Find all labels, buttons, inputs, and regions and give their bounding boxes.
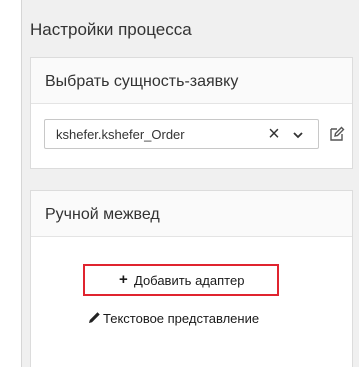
add-adapter-button[interactable]: + Добавить адаптер	[83, 264, 279, 296]
manual-card-header: Ручной межвед	[31, 191, 352, 237]
add-adapter-label: Добавить адаптер	[134, 273, 245, 288]
close-icon[interactable]: ×	[265, 123, 283, 145]
panel-title: Настройки процесса	[30, 20, 192, 39]
entity-card-header: Выбрать сущность-заявку	[31, 58, 352, 104]
entity-select-value: kshefer.kshefer_Order	[56, 127, 185, 142]
plus-icon: +	[119, 271, 128, 288]
chevron-down-icon[interactable]	[290, 127, 306, 143]
entity-select-card: Выбрать сущность-заявку kshefer.kshefer_…	[30, 57, 353, 169]
entity-select-row: kshefer.kshefer_Order ×	[44, 119, 345, 149]
pencil-icon	[89, 312, 100, 323]
edit-icon[interactable]	[329, 126, 345, 142]
entity-select[interactable]: kshefer.kshefer_Order ×	[44, 119, 319, 149]
text-view-label: Текстовое представление	[103, 311, 260, 326]
